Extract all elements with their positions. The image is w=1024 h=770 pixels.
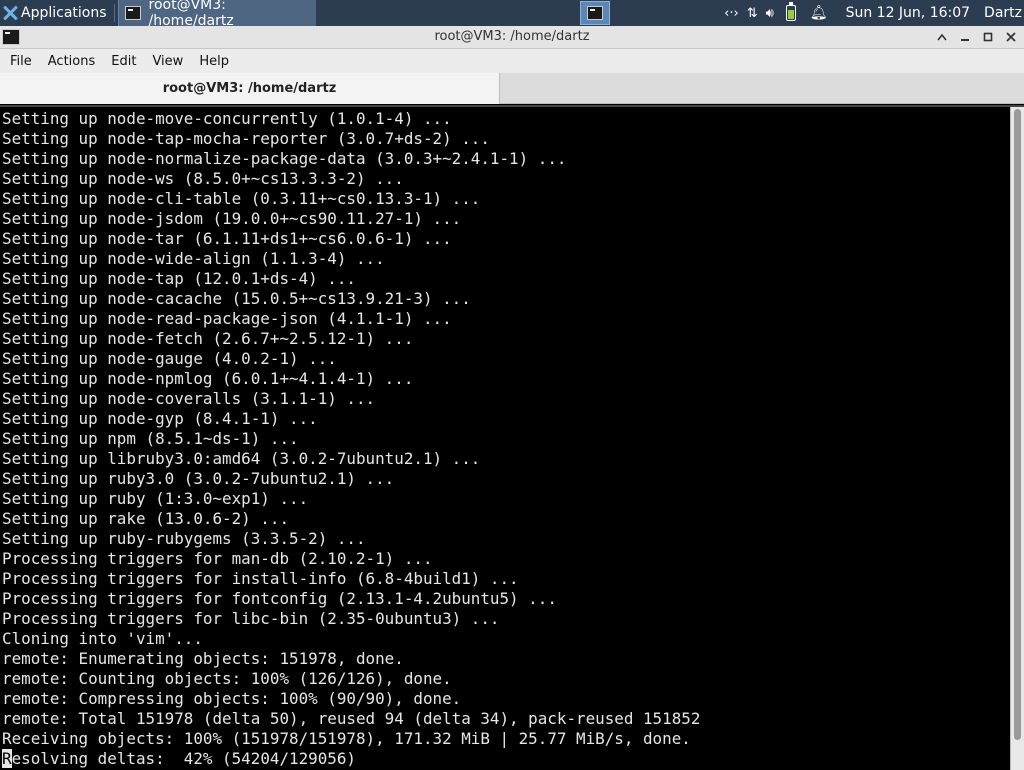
network-icon[interactable]: ‹·›: [724, 6, 739, 21]
terminal-line: Setting up libruby3.0:amd64 (3.0.2-7ubun…: [2, 449, 481, 468]
terminal-icon: [124, 6, 141, 20]
terminal-line: Setting up node-tar (6.1.11+ds1+~cs6.0.6…: [2, 229, 452, 248]
terminal-line: Setting up node-npmlog (6.0.1+~4.1.4-1) …: [2, 369, 414, 388]
menu-help[interactable]: Help: [191, 54, 237, 69]
window-title: root@VM3: /home/dartz: [434, 29, 590, 44]
menu-edit[interactable]: Edit: [103, 54, 144, 69]
taskbar-window-label: root@VM3: /home/dartz: [148, 0, 234, 29]
maximize-button[interactable]: [976, 27, 999, 47]
menu-file[interactable]: File: [0, 54, 40, 69]
updown-arrows-icon[interactable]: ⇅: [747, 6, 758, 21]
terminal-line: Setting up ruby-rubygems (3.3.5-2) ...: [2, 529, 366, 548]
terminal-line: Setting up node-ws (8.5.0+~cs13.3.3-2) .…: [2, 169, 404, 188]
terminal-line: Setting up ruby3.0 (3.0.2-7ubuntu2.1) ..…: [2, 469, 395, 488]
terminal-line: Setting up node-coveralls (3.1.1-1) ...: [2, 389, 376, 408]
terminal-line: remote: Total 151978 (delta 50), reused …: [2, 709, 701, 728]
terminal-line: remote: Enumerating objects: 151978, don…: [2, 649, 404, 668]
bell-icon[interactable]: 🔔︎: [810, 5, 828, 21]
maximize-icon: [983, 32, 992, 42]
terminal-line: Setting up node-jsdom (19.0.0+~cs90.11.2…: [2, 209, 462, 228]
terminal-line: Setting up node-gyp (8.4.1-1) ...: [2, 409, 318, 428]
terminal-line: Setting up node-tap-mocha-reporter (3.0.…: [2, 129, 490, 148]
battery-icon[interactable]: [785, 2, 796, 21]
terminal-line: Cloning into 'vim'...: [2, 629, 203, 648]
minimize-button[interactable]: [953, 27, 976, 47]
terminal-line: Setting up rake (13.0.6-2) ...: [2, 509, 290, 528]
panel-separator: [113, 4, 115, 22]
terminal-line: Processing triggers for man-db (2.10.2-1…: [2, 549, 433, 568]
terminal-line: Setting up node-gauge (4.0.2-1) ...: [2, 349, 337, 368]
terminal-line: Setting up node-read-package-json (4.1.1…: [2, 309, 452, 328]
terminal-line: Setting up node-cacache (15.0.5+~cs13.9.…: [2, 289, 471, 308]
xfce-logo-icon: [2, 5, 18, 21]
volume-icon[interactable]: 🔊︎: [766, 6, 774, 21]
window-titlebar[interactable]: root@VM3: /home/dartz: [0, 26, 1024, 49]
menubar: File Actions Edit View Help: [0, 49, 1024, 73]
terminal-icon: [587, 6, 603, 20]
terminal-line: Setting up node-wide-align (1.1.3-4) ...: [2, 249, 385, 268]
terminal-line: remote: Compressing objects: 100% (90/90…: [2, 689, 462, 708]
terminal-output: Setting up node-move-concurrently (1.0.1…: [2, 109, 1008, 769]
menu-actions[interactable]: Actions: [40, 54, 104, 69]
terminal-line-current: Resolving deltas: 42% (54204/129056): [2, 749, 1008, 769]
terminal-line: Processing triggers for fontconfig (2.13…: [2, 589, 557, 608]
terminal-tab[interactable]: root@VM3: /home/dartz: [0, 73, 500, 104]
collapse-button[interactable]: [930, 27, 953, 47]
applications-label: Applications: [21, 5, 107, 21]
terminal-line-text: esolving deltas: 42% (54204/129056): [11, 749, 356, 768]
user-menu[interactable]: Dartz: [984, 5, 1022, 21]
terminal-line: Processing triggers for install-info (6.…: [2, 569, 519, 588]
terminal-line: Setting up node-normalize-package-data (…: [2, 149, 567, 168]
terminal-line: Setting up node-cli-table (0.3.11+~cs0.1…: [2, 189, 481, 208]
scrollbar-thumb[interactable]: [1014, 109, 1021, 740]
clock[interactable]: Sun 12 Jun, 16:07: [846, 5, 970, 21]
terminal-line: Processing triggers for libc-bin (2.35-0…: [2, 609, 500, 628]
tab-bar: root@VM3: /home/dartz: [0, 73, 1024, 104]
menu-view[interactable]: View: [144, 54, 191, 69]
terminal-line: Setting up npm (8.5.1~ds-1) ...: [2, 429, 299, 448]
terminal-area[interactable]: Setting up node-move-concurrently (1.0.1…: [0, 105, 1024, 770]
top-panel: Applications root@VM3: /home/dartz ‹·› ⇅…: [0, 0, 1024, 29]
terminal-line: remote: Counting objects: 100% (126/126)…: [2, 669, 452, 688]
terminal-scrollbar[interactable]: [1010, 107, 1024, 770]
terminal-line: Setting up node-fetch (2.6.7+~2.5.12-1) …: [2, 329, 414, 348]
terminal-cursor: R: [2, 749, 12, 768]
terminal-line: Setting up node-tap (12.0.1+ds-4) ...: [2, 269, 356, 288]
workspace-switcher-button[interactable]: [580, 1, 610, 25]
minimize-icon: [960, 39, 969, 41]
terminal-line: Setting up node-move-concurrently (1.0.1…: [2, 109, 452, 128]
terminal-line: Setting up ruby (1:3.0~exp1) ...: [2, 489, 309, 508]
applications-menu-button[interactable]: Applications: [0, 0, 111, 26]
chevron-up-icon: [936, 33, 947, 41]
terminal-line: Receiving objects: 100% (151978/151978),…: [2, 729, 691, 748]
close-icon: [1005, 32, 1016, 42]
close-button[interactable]: [999, 27, 1022, 47]
taskbar-window-button[interactable]: root@VM3: /home/dartz: [117, 0, 316, 29]
